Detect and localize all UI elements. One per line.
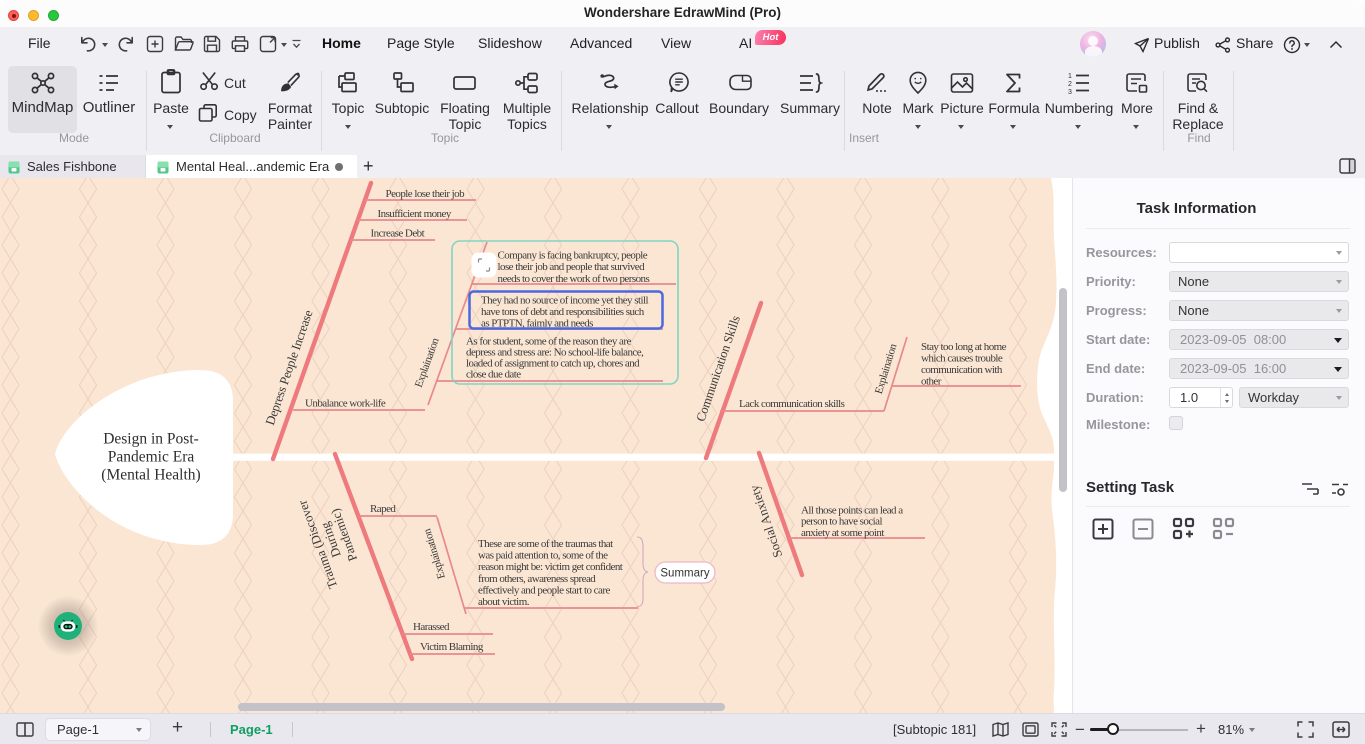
svg-text:was paid attention to, some of: was paid attention to, some of the [478,550,608,562]
svg-text:Increase Debt: Increase Debt [371,228,425,240]
svg-text:Insufficient money: Insufficient money [378,208,452,220]
svg-text:Stay too long at home: Stay too long at home [921,341,1007,353]
svg-text:effectively and people start t: effectively and people start to care [478,584,610,596]
svg-text:Unbalance work-life: Unbalance work-life [305,398,386,410]
svg-text:close due date: close due date [466,369,521,381]
svg-text:about victim.: about victim. [478,596,530,608]
svg-text:Lack communication skills: Lack communication skills [739,398,845,410]
svg-text:reason might be: victim get co: reason might be: victim get confident [478,561,623,573]
svg-text:have tons of debt and responsi: have tons of debt and responsibilities s… [481,306,645,318]
svg-text:anxiety at some point: anxiety at some point [801,527,884,539]
svg-text:person to have social: person to have social [801,516,882,528]
svg-text:Design in Post-: Design in Post- [103,431,199,448]
svg-text:lose their job and people that: lose their job and people that survived [498,261,646,273]
svg-text:All those points can lead a: All those points can lead a [801,505,903,517]
svg-text:needs to cover the work of two: needs to cover the work of two persons [498,273,650,285]
svg-text:(Mental Health): (Mental Health) [101,467,200,484]
svg-text:People lose their job: People lose their job [386,188,466,200]
svg-text:3: 3 [1068,89,1072,95]
svg-text:These are some of the traumas: These are some of the traumas that [478,538,613,550]
svg-text:from others, awareness spread: from others, awareness spread [478,573,596,585]
svg-text:Company is facing bankruptcy,: Company is facing bankruptcy, people [498,250,648,262]
svg-text:Raped: Raped [370,503,396,515]
svg-text:communication with: communication with [921,364,1003,376]
svg-text:They had no source of income y: They had no source of income yet they st… [481,295,648,307]
svg-text:Summary: Summary [660,568,709,580]
svg-text:Pandemic Era: Pandemic Era [108,449,195,466]
svg-text:which causes trouble: which causes trouble [921,353,1003,365]
svg-text:other: other [921,376,942,388]
svg-text:Victim Blaming: Victim Blaming [420,641,484,653]
svg-text:2: 2 [1068,81,1072,88]
svg-text:1: 1 [1068,73,1072,80]
svg-text:Harassed: Harassed [413,621,450,633]
